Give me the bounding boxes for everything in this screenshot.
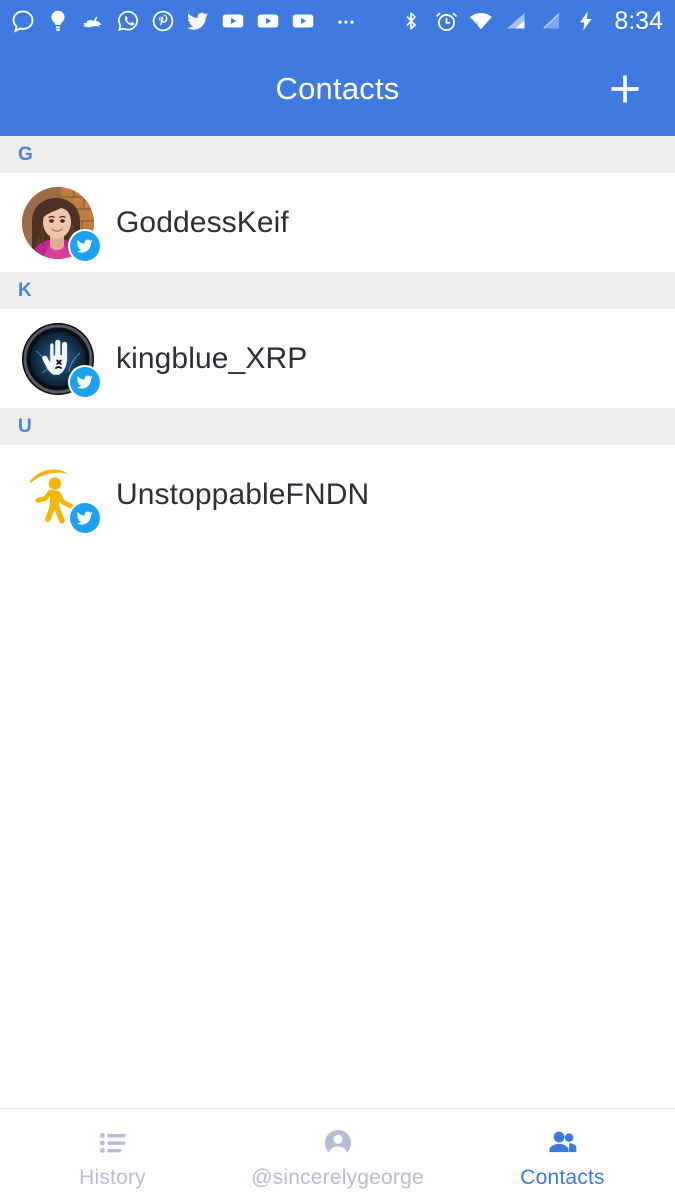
- section-letter: K: [18, 279, 33, 301]
- person-account-icon: [321, 1126, 355, 1160]
- rabbit-icon: [80, 8, 106, 34]
- bluetooth-icon: [398, 8, 424, 34]
- status-bar-system-icons: 8:34: [398, 8, 663, 34]
- avatar: [22, 459, 102, 535]
- status-bar-notification-icons: [10, 8, 398, 34]
- status-bar-clock: 8:34: [614, 6, 663, 35]
- youtube-icon-2: [255, 8, 281, 34]
- twitter-badge-icon: [68, 228, 102, 263]
- nav-item-account[interactable]: @sincerelygeorge: [225, 1109, 450, 1200]
- contact-name: kingblue_XRP: [116, 341, 308, 375]
- contacts-list[interactable]: G GoddessKeif K kingblue_XRP U Unstoppab…: [0, 136, 675, 1108]
- nav-item-contacts[interactable]: Contacts: [450, 1109, 675, 1200]
- status-bar: 8:34: [0, 0, 675, 42]
- lightbulb-icon: [45, 8, 71, 34]
- contact-row-goddesskeif[interactable]: GoddessKeif: [0, 173, 675, 272]
- twitter-badge-icon: [68, 364, 102, 399]
- avatar: [22, 322, 102, 399]
- plus-icon: [611, 75, 639, 103]
- more-notifications-icon: [333, 8, 359, 34]
- section-header-g: G: [0, 136, 675, 173]
- whatsapp-icon: [115, 8, 141, 34]
- avatar: [22, 186, 102, 263]
- add-contact-button[interactable]: [597, 61, 653, 117]
- page-title: Contacts: [275, 71, 400, 106]
- section-header-u: U: [0, 408, 675, 445]
- pinterest-icon: [150, 8, 176, 34]
- nav-item-history[interactable]: History: [0, 1109, 225, 1200]
- alarm-clock-icon: [433, 8, 459, 34]
- list-history-icon: [96, 1126, 130, 1160]
- signal-messenger-icon: [10, 8, 36, 34]
- youtube-icon-1: [220, 8, 246, 34]
- contact-row-unstoppablefndn[interactable]: UnstoppableFNDN: [0, 445, 675, 544]
- contacts-app-screen: 8:34 Contacts G GoddessKeif K kingblue_X…: [0, 0, 675, 1200]
- section-letter: U: [18, 415, 33, 437]
- youtube-icon-3: [290, 8, 316, 34]
- nav-label-contacts: Contacts: [520, 1165, 605, 1189]
- section-header-k: K: [0, 272, 675, 309]
- nav-label-history: History: [79, 1165, 146, 1189]
- wifi-icon: [468, 8, 494, 34]
- no-sim-icon: [538, 8, 564, 34]
- app-bar: Contacts: [0, 42, 675, 136]
- twitter-badge-icon: [68, 500, 102, 535]
- contact-name: GoddessKeif: [116, 205, 289, 239]
- contact-row-kingblue-xrp[interactable]: kingblue_XRP: [0, 309, 675, 408]
- twitter-icon: [185, 8, 211, 34]
- people-contacts-icon: [546, 1126, 580, 1160]
- cellular-signal-icon: [503, 8, 529, 34]
- battery-charging-icon: [573, 8, 599, 34]
- nav-label-account: @sincerelygeorge: [251, 1165, 424, 1189]
- bottom-navigation: History @sincerelygeorge Contacts: [0, 1108, 675, 1200]
- section-letter: G: [18, 143, 34, 165]
- contact-name: UnstoppableFNDN: [116, 477, 370, 511]
